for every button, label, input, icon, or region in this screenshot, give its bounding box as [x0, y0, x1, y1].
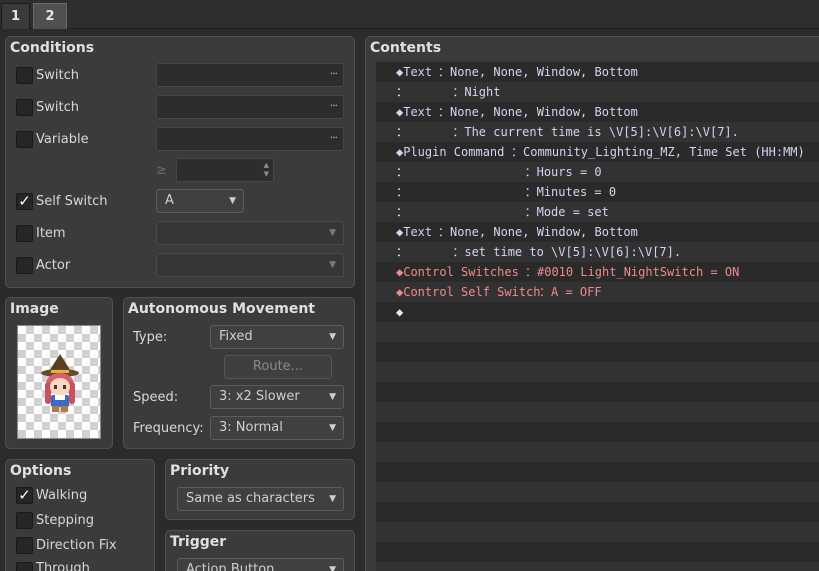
variable-checkbox[interactable]	[16, 131, 33, 148]
autonomous-movement-panel: Autonomous Movement Type: Fixed ▼ Route.…	[123, 297, 355, 449]
command-text: ：Community_Lighting_MZ, Time Set (HH:MM)	[511, 145, 805, 159]
self-switch-checkbox[interactable]: ✓	[16, 193, 33, 210]
type-select[interactable]: Fixed ▼	[210, 325, 344, 349]
trigger-select[interactable]: Action Button ▼	[177, 558, 344, 571]
command-text: ：Mode = set	[409, 205, 609, 219]
character-image[interactable]	[17, 325, 101, 439]
conditions-title: Conditions	[10, 40, 95, 56]
chevron-down-icon: ▼	[329, 392, 336, 402]
type-label: Type:	[133, 330, 168, 345]
switch2-field[interactable]: ···	[156, 95, 344, 119]
variable-value-spinner[interactable]: ▲ ▼	[176, 158, 274, 182]
actor-select[interactable]: ▼	[156, 253, 344, 277]
command-text: ：None, None, Window, Bottom	[438, 225, 638, 239]
contents-title: Contents	[370, 40, 442, 56]
type-value: Fixed	[219, 329, 253, 344]
command-row[interactable]: ： ：Night	[376, 82, 819, 102]
switch1-field[interactable]: ···	[156, 63, 344, 87]
through-checkbox[interactable]	[16, 562, 33, 571]
command-row[interactable]: ◆Text ：None, None, Window, Bottom	[376, 62, 819, 82]
frequency-select[interactable]: 3: Normal ▼	[210, 416, 344, 440]
command-row[interactable]: ◆Text ：None, None, Window, Bottom	[376, 222, 819, 242]
command-row[interactable]: ◆Control Switches ：#0010 Light_NightSwitc…	[376, 262, 819, 282]
switch2-checkbox[interactable]	[16, 99, 33, 116]
options-title: Options	[10, 463, 72, 479]
chevron-down-icon: ▼	[229, 196, 236, 206]
priority-select[interactable]: Same as characters ▼	[177, 487, 344, 511]
command-row-empty[interactable]: ◆	[376, 302, 819, 322]
speed-value: 3: x2 Slower	[219, 389, 300, 404]
self-switch-label: Self Switch	[36, 194, 108, 209]
variable-label: Variable	[36, 132, 89, 147]
switch2-browse-icon[interactable]: ···	[330, 99, 338, 112]
variable-browse-icon[interactable]: ···	[330, 131, 338, 144]
command-text: ：set time to \V[5]:\V[6]:\V[7].	[409, 245, 682, 259]
walking-checkbox[interactable]: ✓	[16, 487, 33, 504]
trigger-title: Trigger	[170, 534, 227, 550]
priority-value: Same as characters	[186, 491, 315, 506]
command-row[interactable]: ◆Control Self Switch ：A = OFF	[376, 282, 819, 302]
tab-page-1[interactable]: 1	[1, 3, 30, 29]
route-button[interactable]: Route...	[224, 355, 332, 379]
priority-title: Priority	[170, 463, 230, 479]
chevron-down-icon: ▼	[329, 228, 336, 238]
chevron-down-icon: ▼	[329, 260, 336, 270]
command-row[interactable]: ： ：set time to \V[5]:\V[6]:\V[7].	[376, 242, 819, 262]
command-text: ：A = OFF	[539, 285, 602, 299]
command-row[interactable]: ： ：The current time is \V[5]:\V[6]:\V[7]…	[376, 122, 819, 142]
command-row[interactable]: ◆Text ：None, None, Window, Bottom	[376, 102, 819, 122]
switch2-label: Switch	[36, 100, 79, 115]
command-text: ：The current time is \V[5]:\V[6]:\V[7].	[409, 125, 739, 139]
tab-bar: 1 2	[0, 0, 819, 29]
stepping-label: Stepping	[36, 513, 94, 528]
actor-label: Actor	[36, 258, 71, 273]
self-switch-value: A	[165, 193, 174, 208]
priority-panel: Priority Same as characters ▼	[165, 459, 355, 520]
autonomous-movement-title: Autonomous Movement	[128, 301, 315, 317]
walking-label: Walking	[36, 488, 88, 503]
command-row[interactable]: ◆Plugin Command ：Community_Lighting_MZ, T…	[376, 142, 819, 162]
command-text: ：None, None, Window, Bottom	[438, 65, 638, 79]
actor-checkbox[interactable]	[16, 257, 33, 274]
chevron-down-icon: ▼	[329, 494, 336, 504]
switch1-label: Switch	[36, 68, 79, 83]
tab-page-2[interactable]: 2	[33, 3, 67, 29]
direction-fix-checkbox[interactable]	[16, 537, 33, 554]
variable-field[interactable]: ···	[156, 127, 344, 151]
trigger-value: Action Button	[186, 562, 275, 571]
chevron-down-icon: ▼	[329, 332, 336, 342]
spinner-arrows-icon[interactable]: ▲ ▼	[264, 161, 269, 179]
through-label: Through	[36, 561, 90, 571]
command-text: ：Night	[409, 85, 501, 99]
command-text: ：Minutes = 0	[409, 185, 617, 199]
gte-symbol: ≥	[156, 163, 167, 178]
command-text: ：Hours = 0	[409, 165, 602, 179]
trigger-panel: Trigger Action Button ▼	[165, 530, 355, 571]
switch1-checkbox[interactable]	[16, 67, 33, 84]
contents-command-list[interactable]: ◆Text ：None, None, Window, Bottom ： ：Nigh…	[376, 62, 819, 571]
speed-select[interactable]: 3: x2 Slower ▼	[210, 385, 344, 409]
frequency-value: 3: Normal	[219, 420, 283, 435]
chevron-down-icon: ▼	[329, 423, 336, 433]
command-row[interactable]: ： ：Mode = set	[376, 202, 819, 222]
stepping-checkbox[interactable]	[16, 512, 33, 529]
speed-label: Speed:	[133, 390, 179, 405]
command-row[interactable]: ： ：Minutes = 0	[376, 182, 819, 202]
item-select[interactable]: ▼	[156, 221, 344, 245]
command-text: ：None, None, Window, Bottom	[438, 105, 638, 119]
frequency-label: Frequency:	[133, 421, 204, 436]
direction-fix-label: Direction Fix	[36, 538, 117, 553]
options-panel: Options ✓ Walking Stepping Direction Fix…	[5, 459, 155, 571]
chevron-down-icon: ▼	[329, 565, 336, 571]
item-label: Item	[36, 226, 66, 241]
conditions-panel: Conditions Switch ··· Switch ··· Variabl…	[5, 36, 355, 288]
switch1-browse-icon[interactable]: ···	[330, 67, 338, 80]
command-text: ：#0010 Light_NightSwitch = ON	[525, 265, 740, 279]
image-title: Image	[10, 301, 59, 317]
command-row[interactable]: ： ：Hours = 0	[376, 162, 819, 182]
character-sprite-icon	[41, 354, 79, 412]
self-switch-select[interactable]: A ▼	[156, 189, 244, 213]
item-checkbox[interactable]	[16, 225, 33, 242]
